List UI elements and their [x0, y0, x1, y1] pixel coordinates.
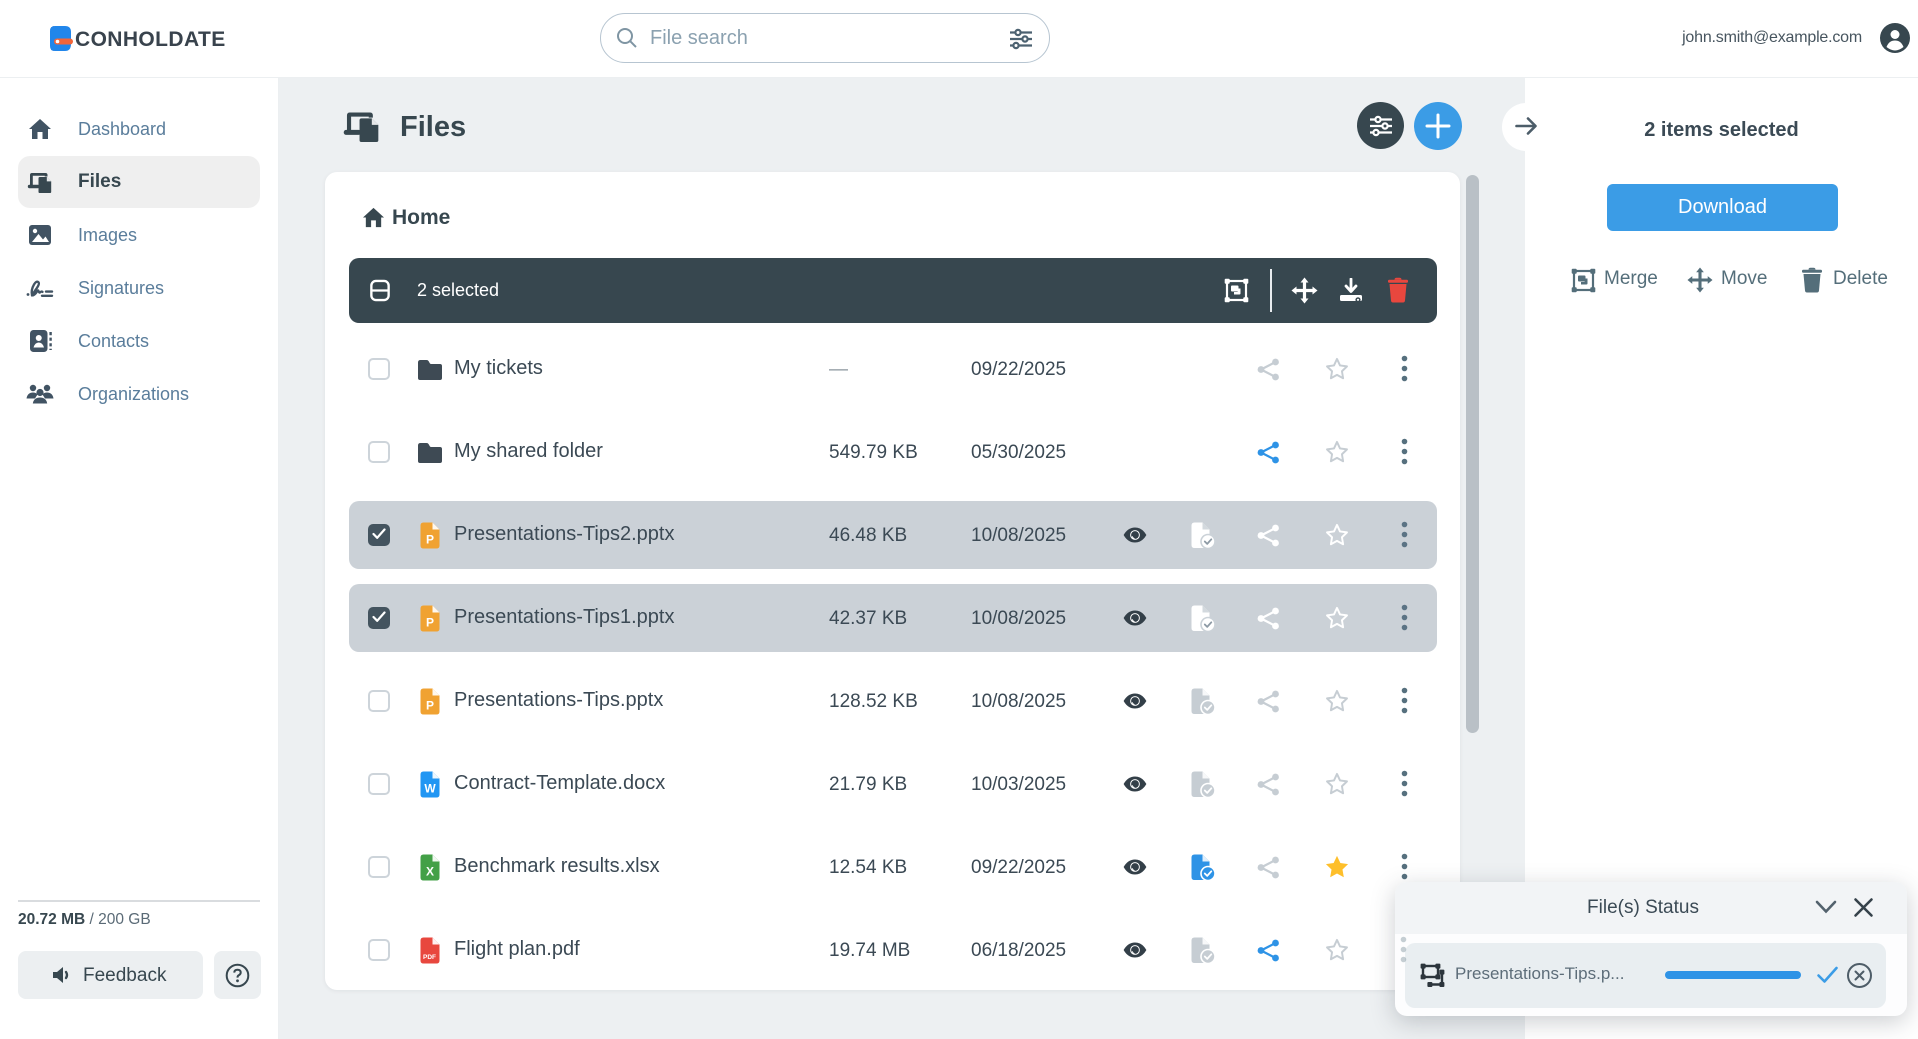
svg-text:P: P — [426, 699, 434, 713]
svg-text:PDF: PDF — [423, 954, 436, 961]
svg-text:W: W — [424, 782, 436, 796]
svg-text:P: P — [426, 616, 434, 630]
svg-text:P: P — [426, 533, 434, 547]
svg-text:X: X — [426, 865, 434, 879]
